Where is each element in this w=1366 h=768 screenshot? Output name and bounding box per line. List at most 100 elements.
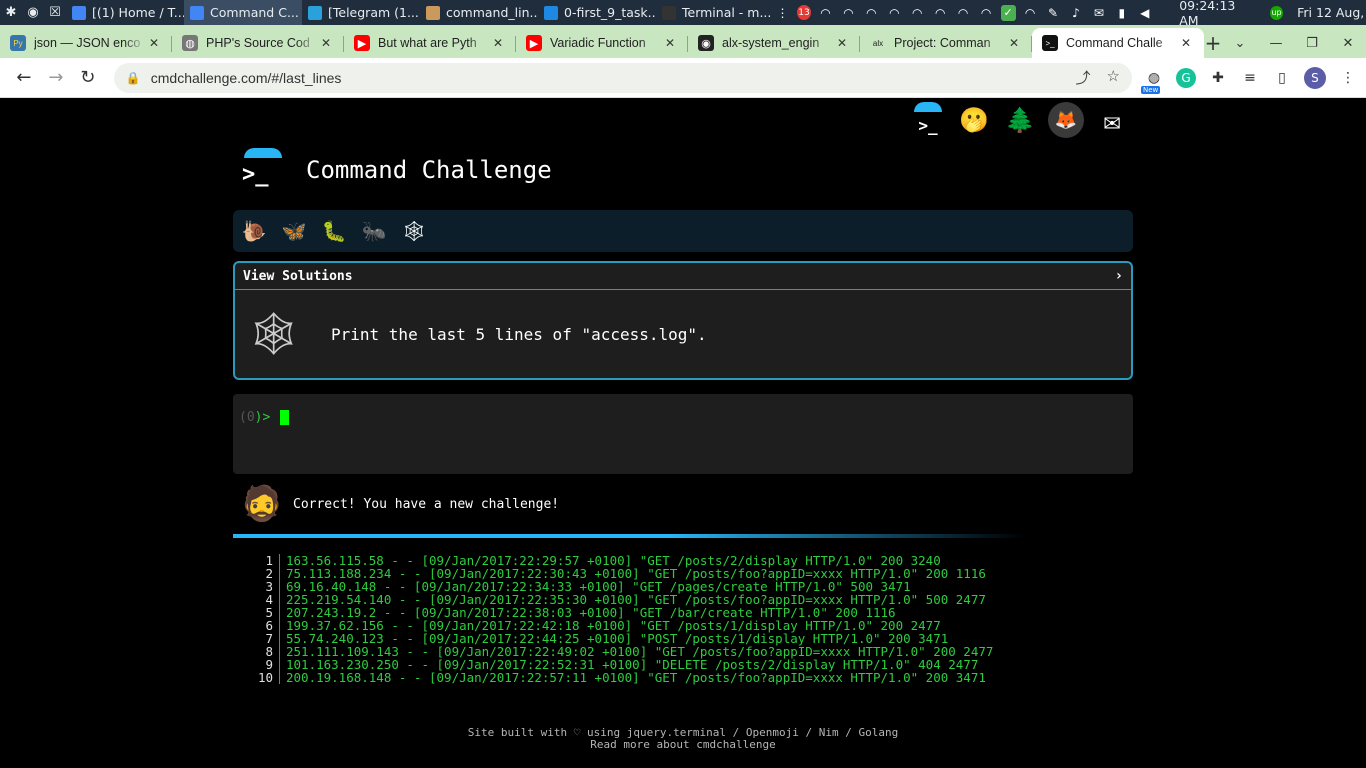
share-icon[interactable]: ⤴ (1076, 67, 1091, 88)
profile-avatar[interactable]: S (1303, 66, 1326, 89)
taskbar-left: ✱ ◉ ☒ [(1) Home / T... Command C... [Teleg… (0, 0, 774, 25)
date[interactable]: Fri 12 Aug, 09:24 (1289, 5, 1366, 20)
wifi-icon[interactable]: ◠ (840, 5, 857, 21)
url-text[interactable]: cmdchallenge.com/#/last_lines (151, 70, 1076, 86)
envelope-icon[interactable]: ✉ (1094, 102, 1130, 138)
close-tab-icon[interactable]: ✕ (662, 36, 678, 50)
ant-icon[interactable]: 🐜 (361, 218, 387, 244)
battery-icon[interactable]: ▮ (1113, 5, 1130, 21)
system-tray: ⋮ 13 ◠ ◠ ◠ ◠ ◠ ◠ ◠ ◠ ✓ ◠ ✎ ♪ ✉ ▮ ◀ 09:24… (774, 0, 1366, 25)
wifi-icon[interactable]: ◠ (909, 5, 926, 21)
bell-icon[interactable]: ♪ (1067, 5, 1084, 21)
window-controls: ⌄ — ❐ ✕ (1222, 28, 1366, 58)
browser-tab[interactable]: Py json — JSON enco ✕ (0, 28, 172, 58)
caterpillar-icon[interactable]: 🐛 (321, 218, 347, 244)
close-tab-icon[interactable]: ✕ (834, 36, 850, 50)
browser-tab[interactable]: ▶ Variadic Function ✕ (516, 28, 688, 58)
check-icon[interactable]: ✓ (1000, 4, 1016, 21)
wifi-icon[interactable]: ◠ (886, 5, 903, 21)
view-solutions-label: View Solutions (243, 268, 353, 284)
face-emoji-icon[interactable]: 🫢 (956, 102, 992, 138)
bearded-person-icon: 🧔 (240, 484, 284, 524)
read-more-link[interactable]: Read more about cmdchallenge (0, 739, 1366, 751)
extensions-bar: ◍ New G ✚ ≡ ▯ S ⋮ (1140, 66, 1358, 94)
volume-icon[interactable]: ◀ (1136, 5, 1153, 21)
new-badge: New (1140, 85, 1161, 94)
challenge-description: Print the last 5 lines of "access.log". (331, 324, 707, 344)
restore-icon[interactable]: ❐ (1294, 36, 1330, 51)
tree-icon[interactable]: 🌲 (1002, 102, 1038, 138)
terminal-logo-icon[interactable]: >_ (910, 102, 946, 138)
dome-icon (914, 102, 942, 112)
app-icon (308, 5, 322, 20)
close-tab-icon[interactable]: ✕ (490, 36, 506, 50)
wifi-icon[interactable]: ◠ (863, 5, 880, 21)
side-panel-icon[interactable]: ▯ (1272, 68, 1292, 88)
browser-tab[interactable]: alx Project: Comman ✕ (860, 28, 1032, 58)
view-solutions-toggle[interactable]: View Solutions › (235, 263, 1131, 290)
upwork-icon[interactable]: up (1269, 5, 1284, 20)
close-tab-icon[interactable]: ✕ (1006, 36, 1022, 50)
browser-tab[interactable]: ▶ But what are Pyth ✕ (344, 28, 516, 58)
close-window-icon[interactable]: ✕ (1330, 36, 1366, 51)
butterfly-icon[interactable]: 🦋 (281, 218, 307, 244)
notification-badge[interactable]: 13 (796, 5, 812, 20)
grammarly-icon[interactable]: G (1175, 67, 1196, 88)
tab-list: Py json — JSON enco ✕ ◍ PHP's Source Cod ✕ ▶ Bu… (0, 28, 1204, 58)
extension-icon[interactable]: ◍ New (1140, 68, 1164, 94)
media-queue-icon[interactable]: ≡ (1240, 68, 1260, 88)
clock[interactable]: 09:24:13 AM (1159, 0, 1264, 25)
taskbar-task[interactable]: [(1) Home / T... (66, 0, 184, 25)
tab-search-icon[interactable]: ⌄ (1222, 36, 1258, 51)
youtube-icon: ▶ (354, 35, 370, 51)
taskbar-task[interactable]: command_lin... (420, 0, 538, 25)
wifi-icon[interactable]: ◠ (1022, 5, 1039, 21)
app-icon (544, 5, 558, 20)
forward-button[interactable]: → (40, 62, 72, 94)
python-icon: Py (10, 35, 26, 51)
bookmark-star-icon[interactable]: ☆ (1107, 67, 1120, 88)
reload-button[interactable]: ↻ (72, 62, 104, 94)
gitlab-icon[interactable]: 🦊 (1048, 102, 1084, 138)
wifi-icon[interactable]: ◠ (817, 5, 834, 21)
close-tab-icon[interactable]: ✕ (146, 36, 162, 50)
challenge-card: View Solutions › 🕸 Print the last 5 line… (233, 261, 1133, 380)
close-tab-icon[interactable]: ✕ (318, 36, 334, 50)
wifi-icon[interactable]: ◠ (932, 5, 949, 21)
globe-icon: ◍ (182, 35, 198, 51)
omnibox-actions: ⤴ ☆ (1076, 67, 1120, 88)
browser-tab[interactable]: >_ Command Challe ✕ (1032, 28, 1204, 58)
dome-icon (244, 148, 282, 158)
tab-title: But what are Pyth (378, 36, 477, 50)
top-right-links: >_ 🫢 🌲 🦊 ✉ (910, 102, 1130, 138)
app-menu-icon[interactable]: ✱ (0, 0, 22, 25)
puzzle-icon[interactable]: ✚ (1208, 68, 1228, 88)
wifi-icon[interactable]: ◠ (978, 5, 995, 21)
taskbar-task[interactable]: Terminal - m... (656, 0, 774, 25)
taskbar-task[interactable]: Command C... (184, 0, 302, 25)
back-button[interactable]: ← (8, 62, 40, 94)
menu-kebab-icon[interactable]: ⋮ (1338, 68, 1358, 88)
chrome-launcher-icon[interactable]: ◉ (22, 0, 44, 25)
header: >_ Command Challenge (240, 148, 552, 192)
browser-tab[interactable]: ◉ alx-system_engin ✕ (688, 28, 860, 58)
new-tab-button[interactable]: + (1204, 28, 1222, 58)
terminal-input[interactable]: (0)> (233, 394, 1133, 474)
taskbar-task[interactable]: [Telegram (1... (302, 0, 420, 25)
spider-web-icon[interactable]: 🕸 (401, 218, 427, 244)
page-title: Command Challenge (306, 156, 552, 184)
close-all-icon[interactable]: ☒ (44, 0, 66, 25)
close-tab-icon[interactable]: ✕ (1178, 36, 1194, 50)
edit-icon[interactable]: ✎ (1045, 5, 1062, 21)
snail-icon[interactable]: 🐌 (241, 218, 267, 244)
tab-title: json — JSON enco (34, 36, 141, 50)
wifi-icon[interactable]: ◠ (955, 5, 972, 21)
tray-overflow-icon[interactable]: ⋮ (774, 5, 791, 21)
minimize-icon[interactable]: — (1258, 36, 1294, 51)
mail-icon[interactable]: ✉ (1090, 5, 1107, 21)
exit-code: 0 (246, 410, 255, 425)
lock-icon[interactable]: 🔒 (126, 71, 141, 85)
browser-tab[interactable]: ◍ PHP's Source Cod ✕ (172, 28, 344, 58)
taskbar-task[interactable]: 0-first_9_task... (538, 0, 656, 25)
address-bar[interactable]: 🔒 cmdchallenge.com/#/last_lines ⤴ ☆ (113, 62, 1132, 93)
